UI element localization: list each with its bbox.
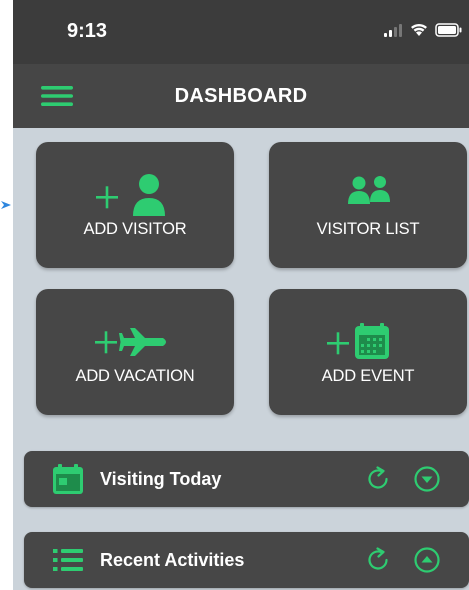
chevron-down-circle-icon[interactable]	[413, 465, 441, 493]
tile-label: ADD VISITOR	[83, 220, 187, 238]
visiting-today-panel[interactable]: Visiting Today	[24, 451, 469, 507]
wifi-icon	[411, 23, 427, 36]
add-event-button[interactable]: ADD EVENT	[269, 289, 467, 415]
signal-icon	[384, 23, 402, 37]
add-plane-icon	[95, 328, 166, 356]
status-icons	[383, 22, 463, 37]
refresh-icon[interactable]	[364, 546, 392, 574]
tile-label: VISITOR LIST	[316, 220, 420, 238]
visitor-list-button[interactable]: VISITOR LIST	[269, 142, 467, 268]
calendar-icon	[53, 464, 83, 494]
panel-title: Visiting Today	[100, 469, 222, 489]
add-calendar-icon	[327, 323, 389, 359]
chevron-up-circle-icon[interactable]	[413, 546, 441, 574]
list-icon	[53, 549, 83, 571]
tile-label: ADD VACATION	[75, 367, 195, 385]
add-vacation-button[interactable]: ADD VACATION	[36, 289, 234, 415]
add-visitor-button[interactable]: ADD VISITOR	[36, 142, 234, 268]
battery-icon	[435, 22, 462, 37]
tile-label: ADD EVENT	[321, 367, 415, 385]
status-time: 9:13	[67, 20, 108, 42]
status-bar: 9:13	[13, 0, 469, 64]
hamburger-menu-icon[interactable]	[41, 84, 73, 108]
recent-activities-panel[interactable]: Recent Activities	[24, 532, 469, 588]
panel-title: Recent Activities	[100, 550, 245, 570]
page-title: DASHBOARD	[174, 85, 308, 107]
pointer-arrow-icon	[1, 201, 11, 209]
nav-bar: DASHBOARD	[13, 64, 469, 128]
phone-screen: 9:13 DASHBOARD ADD VISITOR VISITOR LIST …	[13, 0, 469, 590]
refresh-icon[interactable]	[364, 465, 392, 493]
people-icon	[348, 176, 390, 204]
add-person-icon	[96, 174, 165, 216]
